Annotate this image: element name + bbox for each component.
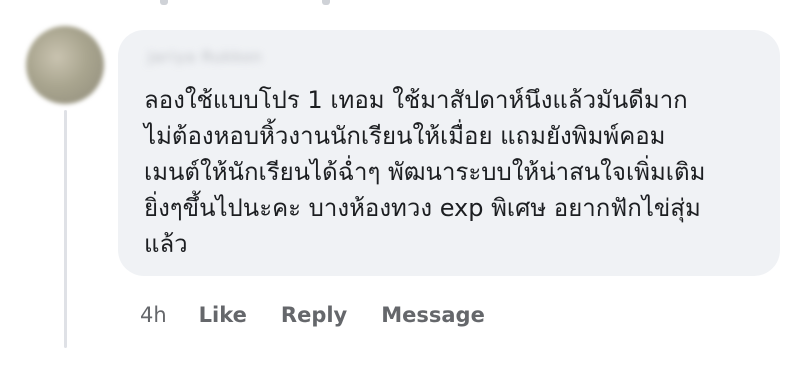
comment-actions: 4h Like Reply Message: [140, 303, 519, 327]
comment-thread: Jariya Rukkon ลองใช้แบบโปร 1 เทอม ใช้มาส…: [0, 0, 800, 376]
comment-timestamp[interactable]: 4h: [140, 303, 167, 327]
message-button[interactable]: Message: [381, 303, 485, 327]
previous-item-edge: [160, 0, 168, 5]
comment-bubble: Jariya Rukkon ลองใช้แบบโปร 1 เทอม ใช้มาส…: [118, 30, 780, 276]
comment-author-name[interactable]: Jariya Rukkon: [148, 48, 263, 68]
previous-item-edge: [322, 0, 330, 5]
like-button[interactable]: Like: [199, 303, 247, 327]
comment-text: ลองใช้แบบโปร 1 เทอม ใช้มาสัปดาห์นึงแล้วม…: [144, 86, 706, 258]
avatar[interactable]: [26, 26, 104, 104]
thread-connector-line: [64, 110, 67, 348]
reply-button[interactable]: Reply: [281, 303, 347, 327]
